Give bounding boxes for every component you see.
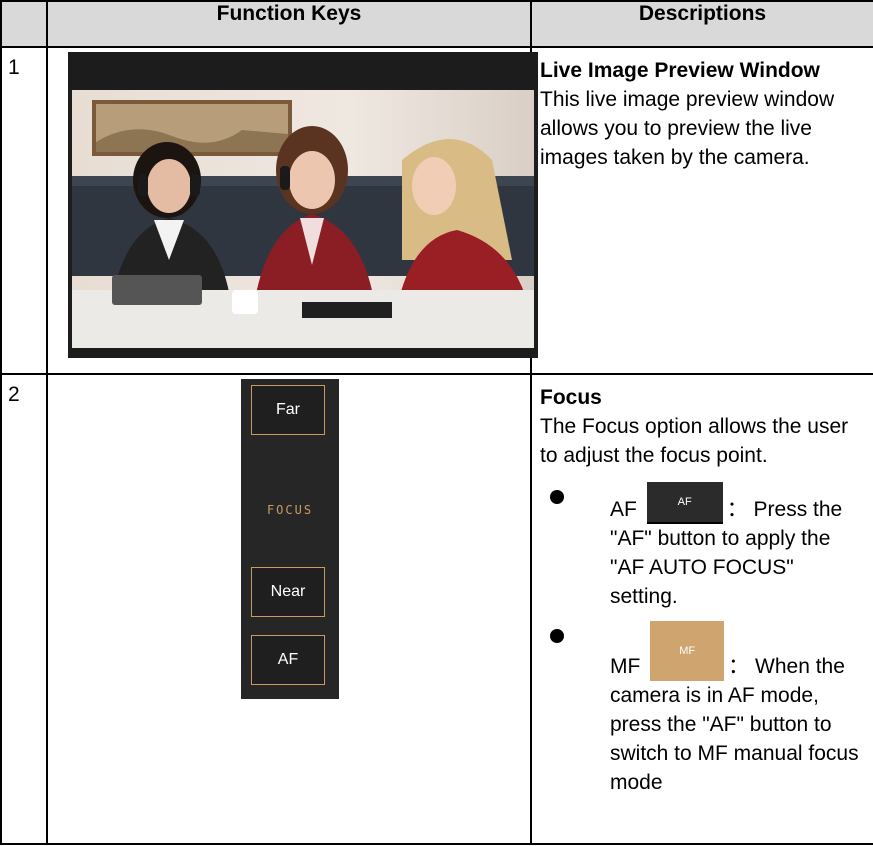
header-function-keys: Function Keys [46,0,532,48]
row-description: The Focus option allows the user to adju… [540,415,849,467]
focus-near-button[interactable]: Near [251,567,325,617]
bullet-prefix: MF [610,655,641,678]
function-key-cell [46,46,538,375]
bullet-prefix: AF [610,498,637,521]
bullet-text: Press the "AF" button to apply the "AF A… [610,498,843,608]
live-image-preview-window [68,52,538,358]
description-cell: Focus The Focus option allows the user t… [530,373,873,845]
preview-bottom-bar [68,348,538,358]
focus-label: FOCUS [266,503,314,517]
bullet-text: When the camera is in AF mode, press the… [610,655,859,794]
bullet-icon [550,629,564,643]
auto-focus-button[interactable]: AF [251,635,325,685]
list-item: MF MF： When the camera is in AF mode, pr… [540,621,865,797]
mf-button-sample: MF [650,621,725,681]
af-button-sample: AF [646,482,723,524]
function-key-cell: Far FOCUS Near AF [46,373,532,845]
focus-bullet-list: AF AF： Press the "AF" button to apply th… [540,482,865,797]
table-header-row: Function Keys Descriptions [0,0,873,48]
bullet-icon [550,490,564,504]
list-item: AF AF： Press the "AF" button to apply th… [540,482,865,611]
header-descriptions: Descriptions [530,0,873,48]
row-description: This live image preview window allows yo… [540,88,835,169]
focus-far-button[interactable]: Far [251,385,325,435]
row-title: Focus [540,386,602,409]
preview-photo [72,90,534,350]
function-keys-table: Function Keys Descriptions 1 Live Image … [0,0,873,845]
focus-control-panel: Far FOCUS Near AF [241,379,339,699]
table-row: 2 Far FOCUS Near AF Focus The Focus opti… [0,373,873,845]
table-row: 1 Live Image Preview Window This live im… [0,46,873,375]
preview-top-bar [68,52,538,88]
header-number-cell [0,0,48,48]
office-scene-illustration [72,90,534,350]
row-number: 2 [0,373,48,845]
description-cell: Live Image Preview Window This live imag… [530,46,873,375]
row-title: Live Image Preview Window [540,59,820,82]
row-number: 1 [0,46,48,375]
